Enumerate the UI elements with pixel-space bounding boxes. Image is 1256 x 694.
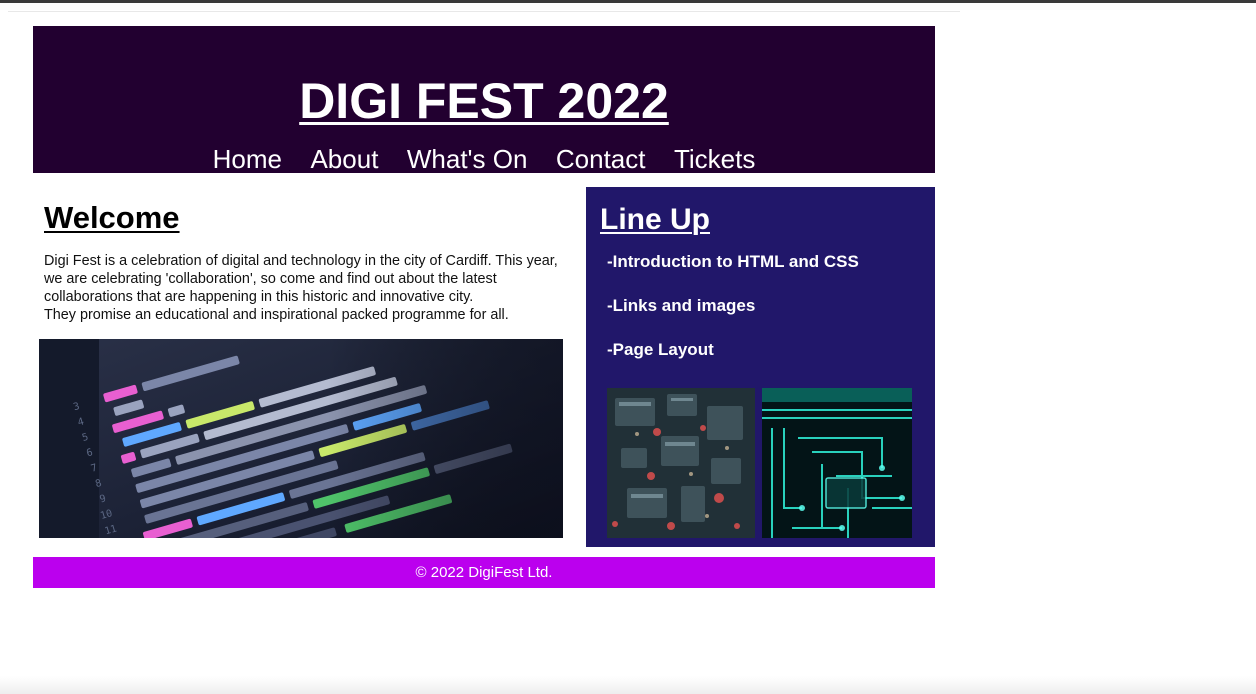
nav-tickets-link[interactable]: Tickets [674, 144, 755, 174]
nav-contact-link[interactable]: Contact [556, 144, 646, 174]
welcome-section: Welcome Digi Fest is a celebration of di… [44, 200, 574, 324]
welcome-heading: Welcome [44, 200, 180, 235]
glowing-circuit-image [762, 388, 912, 538]
nav-about-link[interactable]: About [310, 144, 378, 174]
welcome-paragraph-2: They promise an educational and inspirat… [44, 307, 509, 323]
browser-top-border [0, 0, 1256, 3]
glowing-circuit-photo-icon [762, 388, 912, 538]
lineup-heading: Line Up [600, 203, 710, 236]
site-footer: © 2022 DigiFest Ltd. [33, 557, 935, 588]
page-bottom-fade [0, 676, 1256, 694]
welcome-paragraph-1: Digi Fest is a celebration of digital an… [44, 253, 558, 305]
welcome-intro: Digi Fest is a celebration of digital an… [44, 252, 574, 324]
main-nav: Home About What's On Contact Tickets [33, 144, 935, 174]
site-header: DIGI FEST 2022 Home About What's On Cont… [33, 26, 935, 174]
lineup-item: -Introduction to HTML and CSS [607, 252, 859, 271]
lineup-item: -Page Layout [607, 340, 714, 359]
lineup-list: -Introduction to HTML and CSS -Links and… [607, 250, 859, 382]
nav-home-link[interactable]: Home [213, 144, 282, 174]
site-title: DIGI FEST 2022 [33, 74, 935, 128]
lineup-item: -Links and images [607, 296, 756, 315]
circuit-board-photo-icon [607, 388, 755, 538]
lineup-panel: Line Up -Introduction to HTML and CSS -L… [586, 187, 935, 547]
copyright-text: © 2022 DigiFest Ltd. [415, 564, 553, 581]
code-editor-photo-icon: 345 678 91011 121314 1516 [39, 339, 563, 538]
top-divider [8, 11, 960, 12]
nav-whats-on-link[interactable]: What's On [407, 144, 528, 174]
circuit-board-image [607, 388, 755, 538]
site-title-text: DIGI FEST 2022 [299, 73, 669, 129]
code-editor-image: 345 678 91011 121314 1516 [39, 339, 563, 538]
